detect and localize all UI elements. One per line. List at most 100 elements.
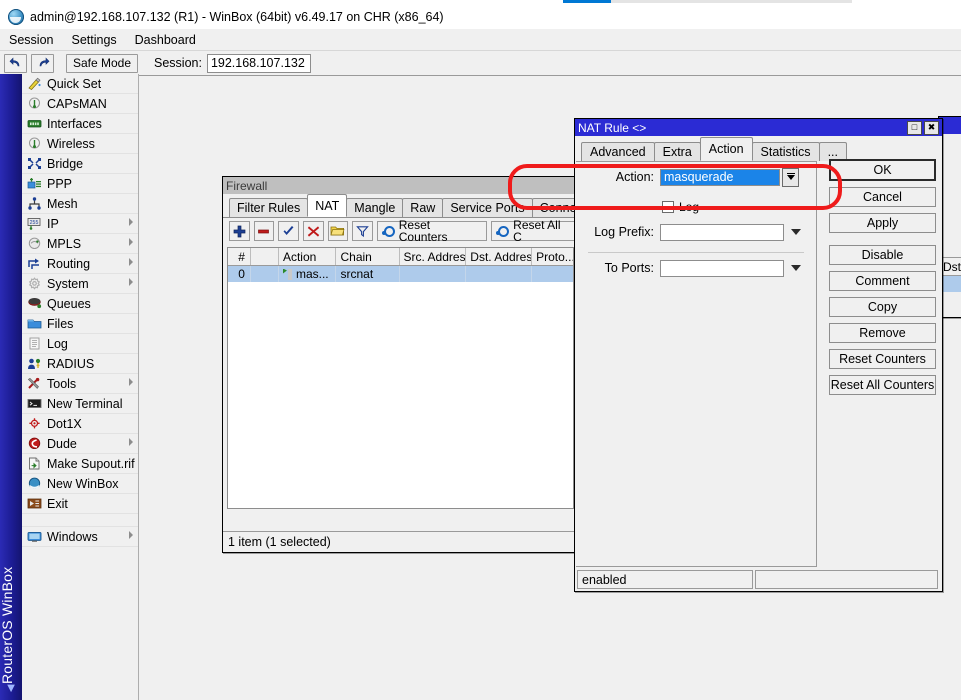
sidebar-item-system[interactable]: System — [22, 274, 138, 294]
sidebar-item-label: MPLS — [47, 237, 81, 251]
table-row[interactable]: 0 mas... srcnat — [228, 266, 573, 282]
sidebar-item-tools[interactable]: Tools — [22, 374, 138, 394]
tab-extra[interactable]: Extra — [654, 142, 701, 161]
sidebar-item-make-supout[interactable]: Make Supout.rif — [22, 454, 138, 474]
sidebar-item-log[interactable]: Log — [22, 334, 138, 354]
chevron-collapse-icon[interactable]: ▼ — [3, 680, 19, 696]
tab-nat[interactable]: NAT — [307, 194, 347, 217]
log-checkbox[interactable] — [662, 201, 674, 213]
remove-button[interactable]: Remove — [829, 323, 936, 343]
sidebar-item-new-terminal[interactable]: New Terminal — [22, 394, 138, 414]
cell-action: mas... — [279, 266, 337, 282]
check-icon[interactable] — [278, 221, 299, 241]
window-title-text: admin@192.168.107.132 (R1) - WinBox (64b… — [30, 10, 444, 24]
apply-button[interactable]: Apply — [829, 213, 936, 233]
tab-filter-rules[interactable]: Filter Rules — [229, 198, 308, 217]
tab-service-ports[interactable]: Service Ports — [442, 198, 532, 217]
sidebar-item-exit[interactable]: Exit — [22, 494, 138, 514]
minus-icon[interactable] — [254, 221, 275, 241]
ip-255-icon: 255 — [26, 216, 43, 231]
sidebar-item-wireless[interactable]: Wireless — [22, 134, 138, 154]
sidebar-item-new-winbox[interactable]: New WinBox — [22, 474, 138, 494]
tab-statistics[interactable]: Statistics — [752, 142, 820, 161]
window-title-bar: admin@192.168.107.132 (R1) - WinBox (64b… — [0, 4, 961, 29]
sidebar-item-files[interactable]: Files — [22, 314, 138, 334]
maximize-icon[interactable]: □ — [907, 121, 922, 135]
sidebar-item-dot1x[interactable]: Dot1X — [22, 414, 138, 434]
chevron-right-icon — [129, 531, 133, 539]
redo-arrow-icon[interactable] — [31, 54, 54, 73]
sidebar-item-queues[interactable]: Queues — [22, 294, 138, 314]
column-header-src-address[interactable]: Src. Address — [400, 248, 467, 265]
cancel-button[interactable]: Cancel — [829, 187, 936, 207]
session-address-field[interactable]: 192.168.107.132 — [207, 54, 311, 73]
tab-action[interactable]: Action — [700, 137, 753, 161]
routeros-winbox-vertical-label: RouterOS WinBox — [0, 552, 23, 700]
reset-counters-button[interactable]: Reset Counters — [377, 221, 487, 241]
sidebar-item-interfaces[interactable]: Interfaces — [22, 114, 138, 134]
firewall-window[interactable]: Firewall Filter Rules NAT Mangle Raw Ser… — [222, 176, 579, 553]
reset-counters-button[interactable]: Reset Counters — [829, 349, 936, 369]
tab-raw[interactable]: Raw — [402, 198, 443, 217]
funnel-icon[interactable] — [352, 221, 373, 241]
plus-icon[interactable] — [229, 221, 250, 241]
disable-button[interactable]: Disable — [829, 245, 936, 265]
sidebar-item-capsman[interactable]: CAPsMAN — [22, 94, 138, 114]
to-ports-input[interactable] — [660, 260, 784, 277]
nat-rule-dialog[interactable]: NAT Rule <> □ ✖ Advanced Extra Action St… — [574, 118, 943, 592]
menu-item-settings[interactable]: Settings — [62, 31, 125, 49]
table-header-row: # Action Chain Src. Address Dst. Address… — [228, 248, 573, 266]
tab-advanced[interactable]: Advanced — [581, 142, 655, 161]
column-header-chain[interactable]: Chain — [336, 248, 399, 265]
sidebar-item-label: Exit — [47, 497, 68, 511]
sidebar-item-label: Mesh — [47, 197, 78, 211]
sidebar-item-mesh[interactable]: Mesh — [22, 194, 138, 214]
winbox-globe-icon — [8, 9, 24, 25]
reset-all-counters-button[interactable]: Reset All Counters — [829, 375, 936, 395]
nat-rules-table[interactable]: # Action Chain Src. Address Dst. Address… — [227, 247, 574, 509]
comment-button[interactable]: Comment — [829, 271, 936, 291]
sidebar-item-label: Wireless — [47, 137, 95, 151]
nat-rule-title-bar: NAT Rule <> □ ✖ — [575, 119, 942, 136]
sidebar-item-label: Bridge — [47, 157, 83, 171]
sidebar-item-windows[interactable]: Windows — [22, 527, 138, 547]
panel-divider — [588, 252, 804, 253]
folder-icon[interactable] — [328, 221, 349, 241]
action-dropdown-button[interactable] — [782, 168, 799, 187]
sidebar-item-bridge[interactable]: Bridge — [22, 154, 138, 174]
menu-item-session[interactable]: Session — [0, 31, 62, 49]
column-header-dst-address[interactable]: Dst. Address — [466, 248, 532, 265]
dude-icon — [26, 436, 43, 451]
sidebar-item-ppp[interactable]: PPP — [22, 174, 138, 194]
copy-button[interactable]: Copy — [829, 297, 936, 317]
sidebar-item-quick-set[interactable]: Quick Set — [22, 74, 138, 94]
action-label: Action: — [576, 170, 660, 184]
column-header-flags[interactable] — [251, 248, 279, 265]
antenna-icon — [26, 136, 43, 151]
sidebar-menu: Quick Set CAPsMAN Interfaces Wireless Br — [22, 74, 139, 700]
sidebar-item-ip[interactable]: 255 IP — [22, 214, 138, 234]
nat-rule-tab-strip: Advanced Extra Action Statistics ... — [575, 136, 942, 161]
sidebar-item-dude[interactable]: Dude — [22, 434, 138, 454]
sidebar-item-mpls[interactable]: MPLS — [22, 234, 138, 254]
cross-icon[interactable] — [303, 221, 324, 241]
tab-mangle[interactable]: Mangle — [346, 198, 403, 217]
to-ports-dropdown-arrow[interactable] — [788, 261, 804, 275]
log-prefix-dropdown-arrow[interactable] — [788, 225, 804, 239]
reset-all-counters-button[interactable]: Reset All C — [491, 221, 578, 241]
action-input[interactable]: masquerade — [660, 169, 780, 186]
safe-mode-button[interactable]: Safe Mode — [66, 54, 138, 73]
log-prefix-input[interactable] — [660, 224, 784, 241]
undo-arrow-icon[interactable] — [4, 54, 27, 73]
column-header-action[interactable]: Action — [279, 248, 337, 265]
close-icon[interactable]: ✖ — [924, 121, 939, 135]
sidebar-item-label: Dude — [47, 437, 77, 451]
column-header-index[interactable]: # — [228, 248, 251, 265]
sidebar-item-routing[interactable]: Routing — [22, 254, 138, 274]
sidebar-item-radius[interactable]: RADIUS — [22, 354, 138, 374]
nat-rule-status-extra — [755, 570, 938, 589]
menu-item-dashboard[interactable]: Dashboard — [126, 31, 205, 49]
ok-button[interactable]: OK — [829, 159, 936, 181]
log-prefix-label: Log Prefix: — [576, 225, 660, 239]
column-header-proto[interactable]: Proto... — [532, 248, 573, 265]
